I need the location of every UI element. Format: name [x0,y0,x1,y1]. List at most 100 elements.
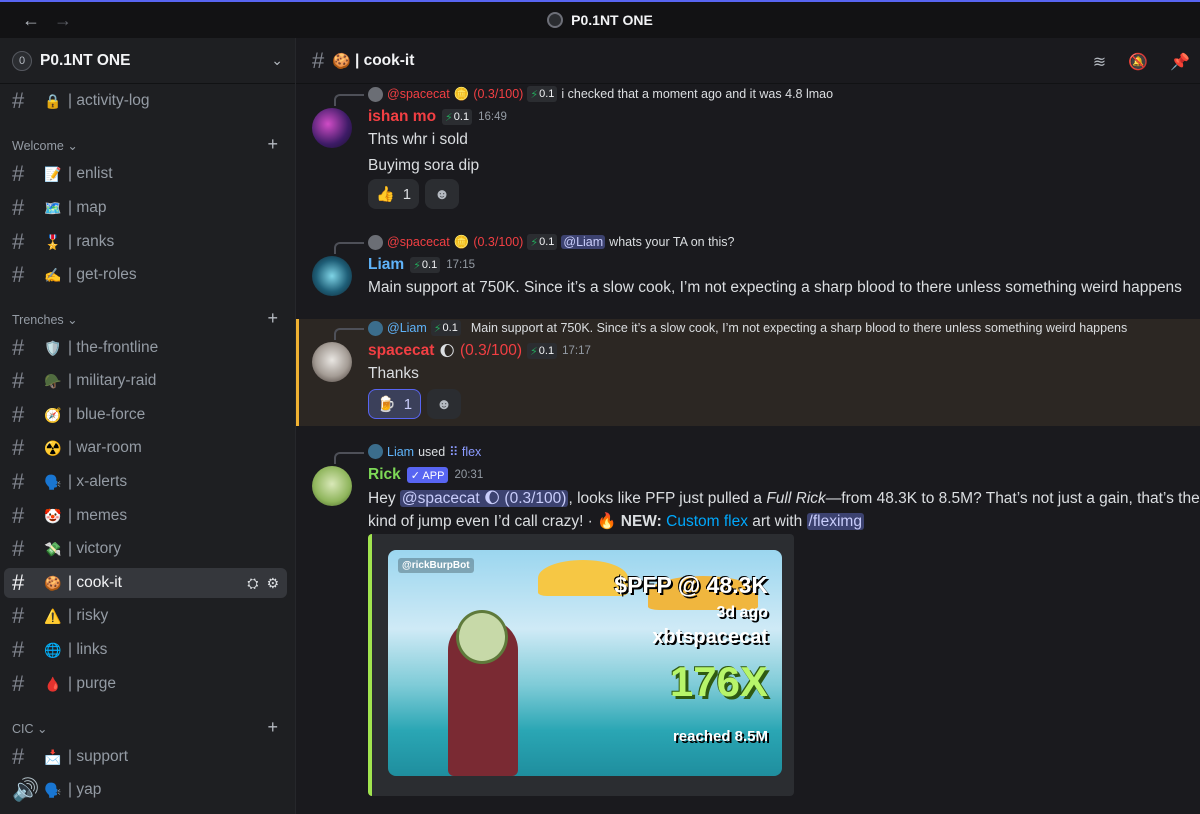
channel-risky[interactable]: # ⚠️ | risky [4,601,287,631]
reply-score: (0.3/100) [473,87,524,101]
channel-yap[interactable]: 🔊 🗣️ | yap [4,775,287,805]
channel-the-frontline[interactable]: # 🛡️ | the-frontline [4,333,287,363]
pin-icon[interactable]: 📌 [1170,52,1190,72]
title-bar: ← → P0.1NT ONE [0,0,1200,38]
reply-connector [334,94,364,106]
channel-label: | enlist [68,165,113,182]
bolt-badge: ⚡ 0.1 [527,234,558,250]
author-name[interactable]: Rick [368,466,401,484]
reactions: 🍺 1 ☻ [368,389,462,419]
channel-activity-log[interactable]: # 🔒 | activity-log [4,86,287,116]
channel-victory[interactable]: # 💸 | victory [4,534,287,564]
timestamp: 16:49 [478,111,507,123]
avatar[interactable] [312,108,352,148]
channel-war-room[interactable]: # ☢️ | war-room [4,433,287,463]
timestamp: 17:15 [446,259,475,271]
flex-image[interactable]: @rickBurpBot $PFP @ 48.3K 3d ago xbtspac… [388,550,782,776]
channel-memes[interactable]: # 🤡 | memes [4,501,287,531]
rick-head-shape [456,610,508,664]
gear-icon[interactable]: ⚙ [266,575,279,592]
app-badge: ✓ APP [406,467,449,483]
mute-bell-icon[interactable]: 🔕 [1128,52,1148,72]
compass-icon: 🧭 [44,406,62,423]
add-reaction-icon[interactable]: ☻ [425,179,460,209]
command-mention[interactable]: /fleximg [806,513,864,530]
reaction-beer[interactable]: 🍺 1 [368,389,422,419]
channel-ranks[interactable]: # 🎖️ | ranks [4,227,287,257]
reply-preview[interactable]: @spacecat 🪙 (0.3/100) ⚡ 0.1 i checked tha… [334,86,833,106]
mention[interactable]: @spacecat 🌔 (0.3/100) [399,490,569,507]
channel-purge[interactable]: # 🩸 | purge [4,669,287,699]
channel-label: | memes [68,507,128,524]
cookie-icon: 🍪 [44,574,62,591]
channel-header: # 🍪 | cook-it [296,38,1200,84]
category-welcome[interactable]: Welcome ⌄ + [12,134,282,154]
writing-hand-icon: ✍️ [44,266,62,283]
reply-text: Main support at 750K. Since it’s a slow … [470,321,1128,335]
add-channel-icon[interactable]: + [267,134,278,155]
avatar[interactable] [312,256,352,296]
author-name[interactable]: spacecat [368,342,434,360]
server-header[interactable]: 0 P0.1NT ONE ⌄ [0,38,295,84]
radioactive-icon: ☢️ [44,439,62,456]
reply-preview[interactable]: @Liam ⚡ 0.1 Main support at 750K. Since i… [334,320,1128,340]
channel-label: | map [68,199,107,216]
timestamp: 17:17 [562,345,591,357]
chevron-down-icon[interactable]: ⌄ [271,52,283,69]
category-label: Trenches ⌄ [12,313,78,327]
message-text: Thanks [368,365,419,382]
channel-get-roles[interactable]: # ✍️ | get-roles [4,260,287,290]
reactions: 👍 1 ☻ [368,179,460,209]
channel-cook-it[interactable]: # 🍪 | cook-it ⛭ ⚙ [4,568,287,598]
reaction-thumbs-up[interactable]: 👍 1 [368,179,420,209]
add-reaction-icon[interactable]: ☻ [427,389,462,419]
author-name[interactable]: Liam [368,256,404,274]
reply-author[interactable]: @spacecat [387,87,450,101]
channel-label: | risky [68,607,109,624]
header-toolbar: ≋ 🔕 📌 [1093,52,1190,72]
hash-icon: # [12,744,25,769]
reply-author[interactable]: @Liam [387,321,427,335]
channel-enlist[interactable]: # 📝 | enlist [4,159,287,189]
avatar[interactable] [312,342,352,382]
hash-icon: # [12,536,25,561]
channel-label: | ranks [68,233,115,250]
command-preview[interactable]: Liam used ⠿ flex [334,444,481,464]
channel-military-raid[interactable]: # 🪖 | military-raid [4,366,287,396]
channel-label: | military-raid [68,372,157,389]
hash-icon: # [12,88,25,113]
globe-icon: 🌐 [44,641,62,658]
hash-icon: # [12,368,25,393]
channel-map[interactable]: # 🗺️ | map [4,193,287,223]
mention[interactable]: @Liam [561,235,606,249]
avatar [368,234,383,250]
channel-title: | cook-it [354,51,415,69]
threads-icon[interactable]: ≋ [1093,52,1106,72]
avatar[interactable] [312,466,352,506]
category-trenches[interactable]: Trenches ⌄ + [12,308,282,328]
channel-links[interactable]: # 🌐 | links [4,635,287,665]
custom-flex-link[interactable]: Custom flex [666,513,748,530]
medal-icon: 🎖️ [44,233,62,250]
channel-x-alerts[interactable]: # 🗣️ | x-alerts [4,467,287,497]
bolt-badge: ⚡ 0.1 [410,257,441,273]
channel-support[interactable]: # 📩 | support [4,742,287,772]
memo-icon: 📝 [44,165,62,182]
command-name[interactable]: ⠿ flex [449,444,481,459]
command-user[interactable]: Liam [387,445,414,459]
channel-sidebar: 0 P0.1NT ONE ⌄ # 🔒 | activity-log Welcom… [0,38,295,814]
invite-icon[interactable]: ⛭ [247,575,258,592]
channel-blue-force[interactable]: # 🧭 | blue-force [4,400,287,430]
avatar [368,86,383,102]
add-channel-icon[interactable]: + [267,717,278,738]
reply-author[interactable]: @spacecat [387,235,450,249]
channel-label: | blue-force [68,406,146,423]
channel-label: | support [68,748,129,765]
author-name[interactable]: ishan mo [368,108,436,126]
hash-icon: # [12,262,25,287]
moon-icon: 🌔 [439,343,455,360]
add-channel-icon[interactable]: + [267,308,278,329]
reply-preview[interactable]: @spacecat 🪙 (0.3/100) ⚡ 0.1 @Liam whats y… [334,234,734,254]
server-name: P0.1NT ONE [40,51,131,69]
category-cic[interactable]: CIC ⌄ + [12,717,282,737]
